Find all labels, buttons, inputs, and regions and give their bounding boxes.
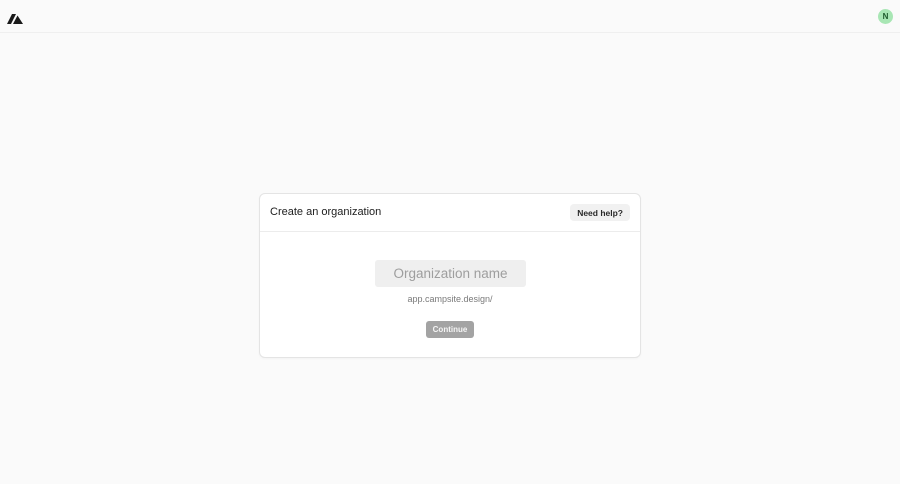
user-avatar[interactable]: N — [878, 9, 893, 24]
organization-name-input[interactable] — [375, 260, 526, 287]
need-help-button[interactable]: Need help? — [570, 204, 630, 221]
url-prefix-text: app.campsite.design/ — [407, 294, 493, 304]
campsite-logo-icon[interactable] — [7, 11, 23, 24]
card-title: Create an organization — [270, 206, 382, 218]
top-bar: N — [0, 0, 900, 33]
card-header: Create an organization Need help? — [260, 194, 640, 232]
create-organization-card: Create an organization Need help? app.ca… — [259, 193, 641, 358]
continue-button[interactable]: Continue — [426, 321, 474, 338]
